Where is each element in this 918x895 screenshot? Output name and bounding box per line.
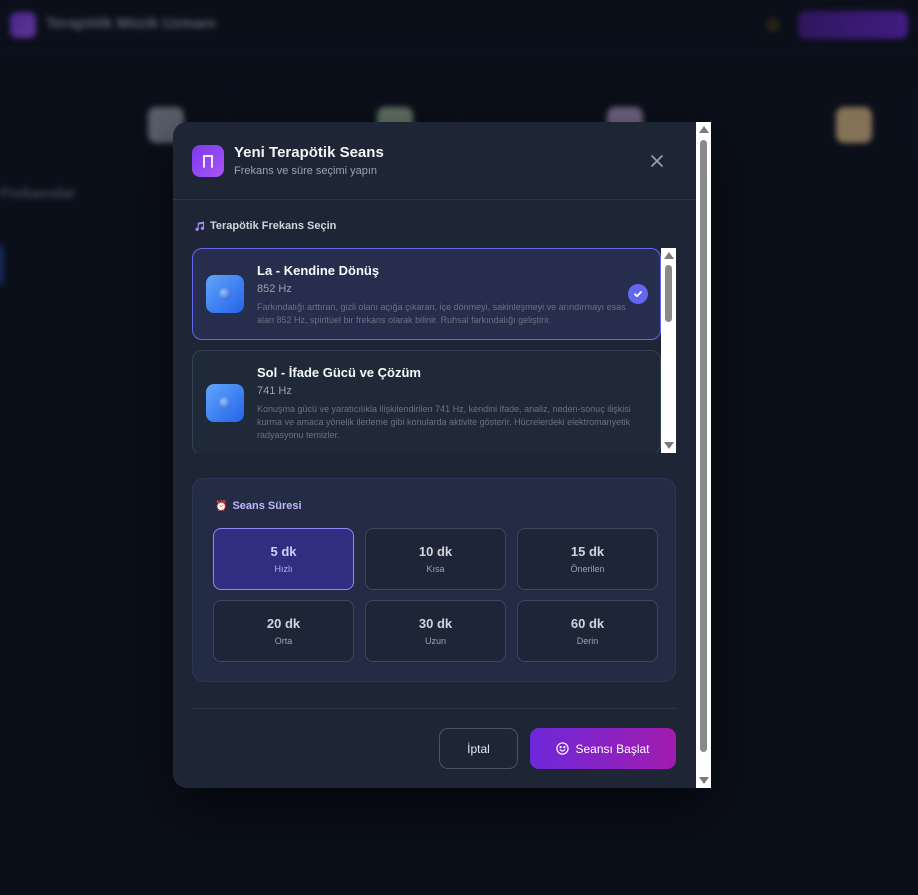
music-note-icon: [195, 220, 205, 231]
alarm-clock-icon: ⏰: [215, 500, 228, 512]
modal-subtitle: Frekans ve süre seçimi yapın: [234, 165, 378, 177]
frequency-description: Konuşma gücü ve yaratıcılıkla ilişkilend…: [257, 404, 631, 440]
modal-content: Yeni Terapötik Seans Frekans ve süre seç…: [173, 122, 696, 788]
frequency-option-741[interactable]: Sol - İfade Gücü ve Çözüm 741 Hz Konuşma…: [192, 350, 661, 453]
frequency-icon: [206, 275, 244, 313]
frequency-list-scrollbar[interactable]: [661, 248, 676, 453]
duration-option-15[interactable]: 15 dk Önerilen: [517, 528, 658, 590]
close-button[interactable]: [645, 149, 669, 173]
check-icon: [628, 284, 648, 304]
duration-label: Orta: [274, 636, 293, 646]
modal-header: Yeni Terapötik Seans Frekans ve süre seç…: [173, 122, 696, 200]
frequency-section-text: Terapötik Frekans Seçin: [210, 220, 337, 232]
start-session-label: Seansı Başlat: [575, 741, 650, 756]
frequency-hz: 741 Hz: [257, 385, 292, 397]
duration-option-20[interactable]: 20 dk Orta: [213, 600, 354, 662]
frequency-hz: 852 Hz: [257, 283, 292, 295]
frequency-section-label: Terapötik Frekans Seçin: [194, 220, 336, 232]
frequency-list[interactable]: La - Kendine Dönüş 852 Hz Farkındalığı a…: [192, 248, 676, 453]
background-action-button: [798, 10, 908, 39]
duration-option-60[interactable]: 60 dk Derin: [517, 600, 658, 662]
scroll-up-icon[interactable]: [664, 252, 674, 259]
new-session-modal: Yeni Terapötik Seans Frekans ve süre seç…: [173, 122, 711, 788]
background-section-title: Frekanslar: [0, 185, 76, 202]
frequency-icon: [206, 383, 244, 422]
background-header: Terapötik Müzik Uzmanı: [0, 0, 918, 50]
duration-value: 60 dk: [570, 616, 605, 631]
duration-label: Derin: [576, 636, 599, 646]
stat-card: [689, 90, 918, 160]
duration-label: Uzun: [424, 636, 446, 646]
scroll-up-icon[interactable]: [699, 126, 709, 133]
frequency-name: Sol - İfade Gücü ve Çözüm: [257, 365, 421, 380]
scroll-down-icon[interactable]: [664, 442, 674, 449]
frequency-name: La - Kendine Dönüş: [257, 263, 380, 278]
app-logo: [10, 11, 36, 38]
duration-section-text: Seans Süresi: [232, 500, 302, 512]
duration-value: 20 dk: [266, 616, 301, 631]
footer-divider: [192, 708, 676, 709]
scroll-down-icon[interactable]: [699, 777, 709, 784]
background-card: [0, 240, 180, 300]
frequency-description: Farkındalığı arttıran, gizli olanı açığa…: [257, 302, 626, 325]
duration-option-10[interactable]: 10 dk Kısa: [365, 528, 506, 590]
frequency-option-852[interactable]: La - Kendine Dönüş 852 Hz Farkındalığı a…: [192, 248, 661, 340]
duration-panel: ⏰ Seans Süresi 5 dk Hızlı 10 dk Kısa 15 …: [192, 478, 676, 682]
duration-grid: 5 dk Hızlı 10 dk Kısa 15 dk Önerilen 20 …: [213, 528, 658, 662]
duration-label: Kısa: [426, 564, 445, 574]
scrollbar-thumb[interactable]: [700, 140, 707, 752]
scrollbar-thumb[interactable]: [665, 265, 672, 322]
cancel-button[interactable]: İptal: [439, 728, 518, 769]
status-dot: [766, 17, 780, 32]
duration-label: Hızlı: [274, 564, 293, 574]
close-icon: [651, 154, 663, 167]
duration-value: 5 dk: [270, 544, 297, 559]
session-icon: [192, 144, 224, 177]
duration-option-30[interactable]: 30 dk Uzun: [365, 600, 506, 662]
duration-option-5[interactable]: 5 dk Hızlı: [213, 528, 354, 590]
duration-value: 30 dk: [418, 616, 453, 631]
start-session-button[interactable]: Seansı Başlat: [530, 728, 676, 769]
duration-value: 15 dk: [570, 544, 605, 559]
duration-section-label: ⏰ Seans Süresi: [215, 500, 302, 512]
modal-title: Yeni Terapötik Seans: [234, 144, 384, 161]
duration-value: 10 dk: [418, 544, 453, 559]
duration-label: Önerilen: [570, 564, 605, 574]
modal-scrollbar[interactable]: [696, 122, 711, 788]
smile-icon: [556, 742, 570, 755]
app-title: Terapötik Müzik Uzmanı: [46, 14, 216, 32]
